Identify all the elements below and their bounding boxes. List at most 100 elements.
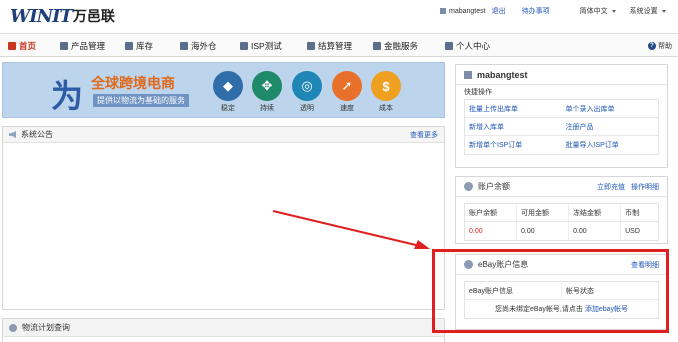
operation-detail-link[interactable]: 操作明细 (631, 182, 659, 192)
username: mabangtest (449, 7, 486, 15)
feature-label: 成本 (379, 105, 393, 112)
user-icon (464, 70, 472, 79)
logo-mark: WINIT (10, 5, 73, 27)
nav-label: 产品管理 (71, 41, 106, 51)
shield-icon: ◆ (213, 71, 243, 101)
user-panel: mabangtest 快捷操作 批量上传出库单 单个录入出库单 新增入库单 注册… (455, 64, 668, 168)
balance-header-row: 账户余额 可用金额 冻结金额 币制 (465, 204, 658, 222)
nav-label: 结算管理 (318, 41, 353, 51)
help-link[interactable]: ? 帮助 (648, 41, 672, 51)
frozen-value: 0.00 (569, 222, 622, 240)
recharge-link[interactable]: 立即充值 (597, 182, 625, 192)
home-icon (8, 42, 16, 50)
announcement-header: 系统公告 查看更多 (3, 127, 444, 143)
banner-title: 全球跨境电商 (91, 75, 175, 91)
logistics-plan-title: 物流计划查询 (22, 323, 70, 332)
balance-actions: 立即充值 操作明细 (597, 182, 659, 192)
account-balance-value: 0.00 (465, 222, 518, 240)
quick-ops-label: 快捷操作 (464, 89, 492, 96)
arrows-icon: ✥ (252, 71, 282, 101)
speaker-icon (9, 131, 16, 138)
chevron-down-icon (661, 9, 666, 13)
magnifier-icon: ◎ (292, 71, 322, 101)
column-header: 币制 (625, 209, 640, 217)
user-icon (440, 8, 446, 14)
settings-menu[interactable]: 系统设置 (630, 6, 666, 16)
quick-ops-table: 批量上传出库单 单个录入出库单 新增入库单 注册产品 新增单个ISP订单 批量导… (464, 99, 659, 155)
logistics-plan-panel: 物流计划查询 (2, 318, 445, 342)
nav-item-inventory[interactable]: 库存 (125, 40, 153, 52)
top-header: WINIT 万邑联 mabangtest 退出 待办事项 简体中文 系统设置 (0, 0, 678, 32)
more-link[interactable]: 查看更多 (410, 130, 438, 140)
nav-label: 金融服务 (384, 41, 419, 51)
help-label: 帮助 (658, 43, 672, 50)
balance-row: 0.00 0.00 0.00 USD (465, 222, 658, 240)
todo-link[interactable]: 待办事项 (522, 6, 550, 16)
table-icon (307, 42, 315, 50)
logistics-plan-header: 物流计划查询 (3, 319, 444, 337)
available-value: 0.00 (517, 222, 570, 240)
quick-ops-row: 批量上传出库单 单个录入出库单 (465, 100, 658, 118)
main-nav: 首页 产品管理 库存 海外仓 ISP测试 结算管理 金融服务 个人中心 ? 帮助 (0, 33, 678, 57)
quick-link[interactable]: 批量导入ISP订单 (562, 136, 659, 154)
nav-label: 库存 (136, 41, 154, 51)
nav-item-personal[interactable]: 个人中心 (445, 40, 490, 52)
logo[interactable]: WINIT 万邑联 (10, 5, 115, 27)
nav-label: 海外仓 (191, 41, 217, 51)
quick-link[interactable]: 新增入库单 (465, 118, 562, 135)
quick-link[interactable]: 注册产品 (562, 118, 659, 135)
user-icon (445, 42, 453, 50)
user-info: mabangtest (440, 8, 486, 15)
rocket-icon: ➚ (332, 71, 362, 101)
nav-item-finance[interactable]: 金融服务 (373, 40, 418, 52)
quick-ops-row: 新增单个ISP订单 批量导入ISP订单 (465, 136, 658, 154)
nav-item-products[interactable]: 产品管理 (60, 40, 105, 52)
column-header: 冻结金额 (569, 204, 622, 221)
settings-label: 系统设置 (629, 8, 658, 15)
nav-label: 首页 (19, 41, 37, 51)
user-panel-name: mabangtest (477, 69, 528, 80)
coin-icon (464, 182, 473, 191)
balance-header: 账户余额 立即充值 操作明细 (456, 177, 667, 197)
balance-table: 账户余额 可用金额 冻结金额 币制 0.00 0.00 0.00 USD (464, 203, 659, 241)
quick-link[interactable]: 新增单个ISP订单 (465, 136, 562, 154)
quick-link[interactable]: 批量上传出库单 (465, 100, 562, 117)
nav-label: 个人中心 (456, 41, 491, 51)
help-icon: ? (648, 42, 656, 50)
user-bar: mabangtest 退出 待办事项 简体中文 系统设置 (440, 6, 666, 16)
currency-value: USD (625, 227, 640, 235)
quick-ops-row: 新增入库单 注册产品 (465, 118, 658, 136)
feature-label: 持续 (260, 105, 274, 112)
banner-subtitle: 提供以物流为基础的服务 (93, 94, 189, 107)
quick-link[interactable]: 单个录入出库单 (562, 100, 659, 117)
language-select[interactable]: 简体中文 (580, 6, 616, 16)
user-panel-header: mabangtest (456, 65, 667, 85)
feature-label: 透明 (300, 105, 314, 112)
nav-label: ISP测试 (251, 41, 282, 51)
nav-item-overseas[interactable]: 海外仓 (180, 40, 217, 52)
promo-banner: 为 全球跨境电商 提供以物流为基础的服务 ◆ 稳定 ✥ 持续 ◎ 透明 ➚ 速度… (2, 62, 445, 118)
banner-wei: 为 (51, 78, 84, 114)
feature-label: 速度 (340, 105, 354, 112)
announcement-panel: 系统公告 查看更多 (2, 126, 445, 310)
language-label: 简体中文 (579, 8, 608, 15)
nav-item-isp[interactable]: ISP测试 (240, 40, 282, 52)
column-header: 可用金额 (517, 204, 570, 221)
balance-panel: 账户余额 立即充值 操作明细 账户余额 可用金额 冻结金额 币制 0.00 0.… (455, 176, 668, 244)
feature-label: 稳定 (221, 105, 235, 112)
coin-icon (373, 42, 381, 50)
truck-icon (125, 42, 133, 50)
annotation-highlight-box (432, 249, 669, 333)
announcement-title: 系统公告 (21, 130, 53, 139)
chevron-down-icon (611, 9, 616, 13)
search-icon (9, 323, 17, 332)
nav-item-home[interactable]: 首页 (8, 40, 36, 52)
nav-item-settlement[interactable]: 结算管理 (307, 40, 352, 52)
logo-text: 万邑联 (72, 8, 115, 24)
plane-icon (240, 42, 248, 50)
warehouse-icon (180, 42, 188, 50)
balance-title: 账户余额 (478, 182, 510, 191)
column-header: 账户余额 (465, 204, 518, 221)
logout-link[interactable]: 退出 (492, 6, 506, 16)
grid-icon (60, 42, 68, 50)
